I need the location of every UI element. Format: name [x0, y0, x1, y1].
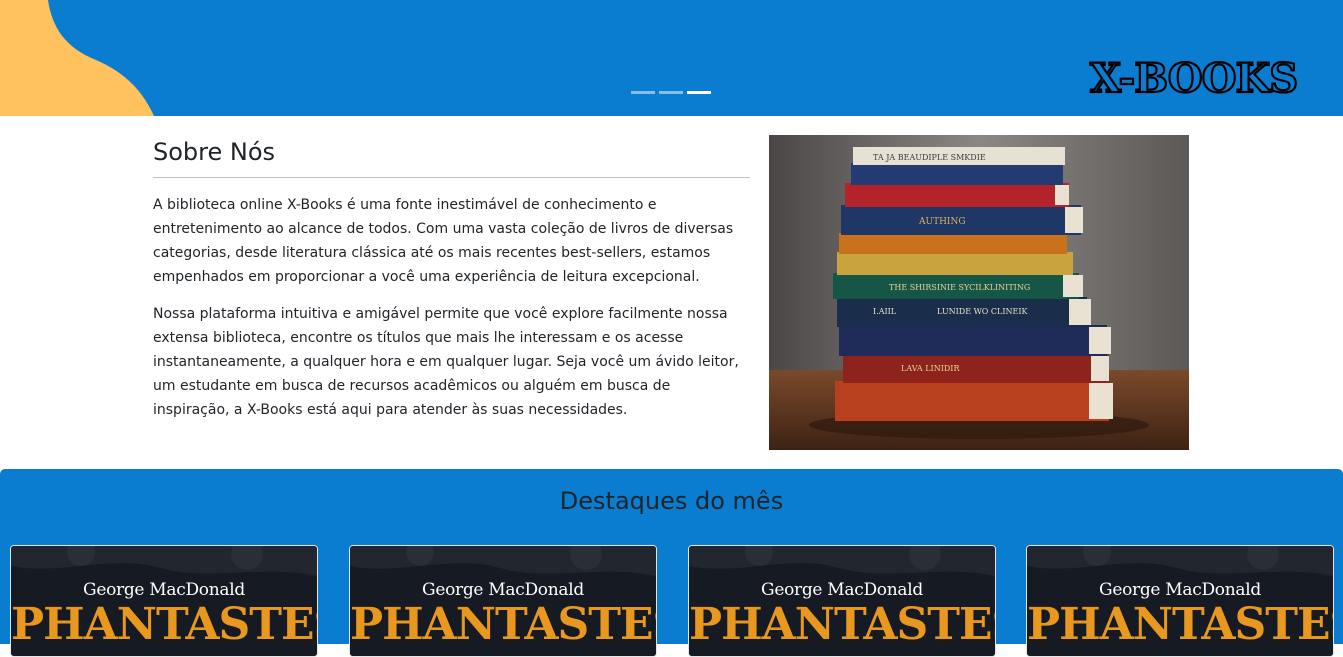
- brand-logo-text: X-BOOKS: [1090, 55, 1297, 102]
- book-author-3: George MacDonald: [761, 580, 923, 600]
- book-card-4[interactable]: George MacDonald PHANTASTES: [1026, 545, 1334, 657]
- book-author-1: George MacDonald: [83, 580, 245, 600]
- svg-text:AUTHING: AUTHING: [918, 217, 966, 227]
- book-card-1[interactable]: George MacDonald PHANTASTES: [10, 545, 318, 657]
- svg-text:LUNIDE WO CLINEIK: LUNIDE WO CLINEIK: [937, 307, 1028, 316]
- highlights-section: Destaques do mês George MacDonald PHANTA…: [0, 469, 1343, 657]
- svg-text:THE SHIRSINIE SYCILKLINITING: THE SHIRSINIE SYCILKLINITING: [889, 283, 1030, 292]
- carousel-indicator-1[interactable]: [631, 91, 655, 94]
- book-author-4: George MacDonald: [1099, 580, 1261, 600]
- book-card-3[interactable]: George MacDonald PHANTASTES: [688, 545, 996, 657]
- brand-logo[interactable]: X-BOOKS: [1088, 52, 1316, 102]
- about-text: A biblioteca online X-Books é uma fonte …: [153, 193, 750, 435]
- hero-banner: X-BOOKS: [0, 0, 1343, 116]
- about-title: Sobre Nós: [153, 135, 750, 178]
- about-section: Sobre Nós A biblioteca online X-Books é …: [153, 135, 1189, 450]
- book-card-2[interactable]: George MacDonald PHANTASTES: [349, 545, 657, 657]
- carousel-indicator-2[interactable]: [659, 91, 683, 94]
- stack-of-books-image: TA JA BEAUDIPLE SMKDIE AUTHING THE SHIRS…: [769, 135, 1189, 450]
- highlights-title: Destaques do mês: [559, 487, 784, 515]
- about-paragraph-1: A biblioteca online X-Books é uma fonte …: [153, 197, 734, 285]
- decorative-blob: [0, 0, 154, 116]
- about-paragraph-2: Nossa plataforma intuitiva e amigável pe…: [153, 306, 739, 418]
- svg-text:I.AIIL: I.AIIL: [873, 307, 897, 316]
- svg-text:TA JA BEAUDIPLE SMKDIE: TA JA BEAUDIPLE SMKDIE: [873, 153, 986, 162]
- book-author-2: George MacDonald: [422, 580, 584, 600]
- svg-text:LAVA LINIDIR: LAVA LINIDIR: [901, 364, 960, 373]
- carousel-indicators: [631, 91, 711, 94]
- carousel-indicator-3[interactable]: [687, 91, 711, 94]
